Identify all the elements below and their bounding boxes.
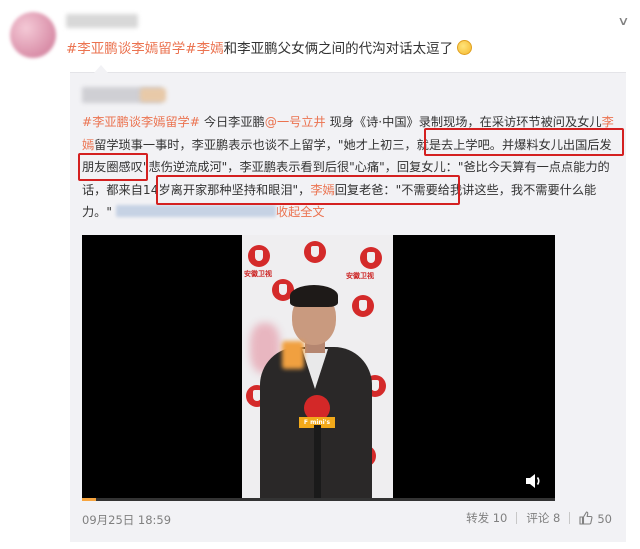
- post-body: 和李亚鹏父女俩之间的代沟对话太逗了: [223, 41, 454, 57]
- repost-text: #李亚鹏谈李嫣留学# 今日李亚鹏@一号立井 现身《诗·中国》录制现场，在采访环节…: [82, 111, 618, 224]
- video-progress-fill: [82, 498, 97, 501]
- collapse-text-link[interactable]: 收起全文: [276, 205, 325, 219]
- repost-hashtag-link[interactable]: #李亚鹏谈李嫣留学#: [82, 115, 200, 129]
- video-frame: 安徽卫视 安徽卫视 F mini's: [242, 235, 393, 501]
- divider: [569, 512, 571, 524]
- post-timestamp[interactable]: 09月25日 18:59: [82, 512, 171, 528]
- mention-link[interactable]: 李嫣: [197, 41, 224, 57]
- blurred-text: [115, 205, 276, 217]
- tv-logo-text: 安徽卫视: [346, 272, 374, 280]
- blurred-microphone: [282, 341, 304, 369]
- user-avatar[interactable]: [10, 12, 56, 58]
- thumbs-up-icon: [579, 510, 593, 525]
- laughing-emoji-icon: [457, 40, 473, 55]
- like-count: 50: [597, 511, 612, 526]
- post-text: #李亚鹏谈李嫣留学#李嫣和李亚鹏父女俩之间的代沟对话太逗了: [66, 38, 626, 60]
- tv-logo-text: 安徽卫视: [244, 270, 272, 278]
- repost-box: #李亚鹏谈李嫣留学# 今日李亚鹏@一号立井 现身《诗·中国》录制现场，在采访环节…: [70, 65, 626, 542]
- like-button[interactable]: 50: [579, 510, 612, 526]
- divider: [516, 512, 518, 524]
- microphone-handle: [314, 425, 321, 501]
- tv-logo-icon: [248, 245, 270, 267]
- chevron-down-icon[interactable]: ∨: [617, 14, 629, 28]
- repost-text-seg2: 现身《诗·中国》录制现场，在采访环节被问及女儿: [329, 115, 602, 129]
- speaker-icon[interactable]: [525, 473, 543, 489]
- tv-logo-icon: [304, 241, 326, 263]
- tv-logo-icon: [360, 247, 382, 269]
- repost-button[interactable]: 转发 10: [466, 510, 507, 526]
- repost-text-seg1: 今日李亚鹏: [203, 115, 265, 129]
- hashtag-link[interactable]: #李亚鹏谈李嫣留学#: [66, 41, 197, 57]
- video-progress-bar[interactable]: [82, 498, 555, 501]
- at-user-link[interactable]: @一号立井: [265, 115, 326, 129]
- verified-badge-blurred: [140, 88, 166, 102]
- post-actions: 转发 10 评论 8 50: [466, 510, 612, 526]
- tv-logo-icon: [352, 295, 374, 317]
- username-blurred[interactable]: [66, 14, 138, 28]
- person-hair: [290, 285, 338, 307]
- comment-button[interactable]: 评论 8: [526, 510, 560, 526]
- name-link-2[interactable]: 李嫣: [310, 183, 334, 197]
- video-player[interactable]: 安徽卫视 安徽卫视 F mini's: [82, 235, 555, 501]
- repost-text-seg3: 留学琐事一事时，李亚鹏表示也谈不上留学，"她才上初三，就是去上学吧。: [94, 137, 502, 152]
